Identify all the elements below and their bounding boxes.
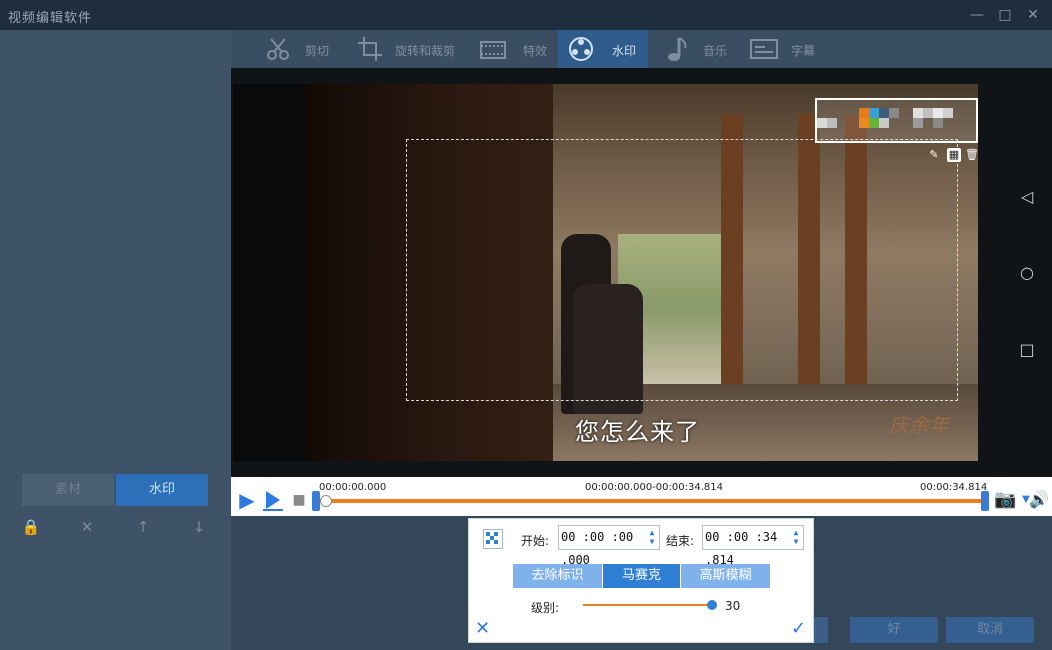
mode-gaussian-blur[interactable]: 高斯模糊 <box>681 564 770 588</box>
minimize-icon[interactable]: — <box>966 4 988 26</box>
mode-remove-logo[interactable]: 去除标识 <box>513 564 602 588</box>
video-subtitle: 您怎么来了 <box>575 418 700 446</box>
tab-effects[interactable]: 特效 <box>477 30 557 68</box>
ok-button[interactable]: 好 <box>850 617 938 643</box>
play-segment-icon[interactable] <box>262 489 284 511</box>
end-spinner-icon[interactable]: ▲ ▼ <box>791 528 801 547</box>
reel-watermark-icon <box>566 34 596 64</box>
mosaic-dialog: 开始: 00 :00 :00 .000 ▲ ▼ 结束: 00 :00 :34 .8… <box>468 518 814 643</box>
end-time-input[interactable]: 00 :00 :34 .814 ▲ ▼ <box>702 525 804 567</box>
level-label: 级别: <box>531 601 560 615</box>
timeline-track[interactable] <box>317 499 983 503</box>
tab-material[interactable]: 素材 <box>22 474 114 506</box>
end-timecode: 00:00:34.814 <box>920 482 988 493</box>
dialog-confirm-icon[interactable]: ✓ <box>791 619 809 639</box>
end-label: 结束: <box>666 534 695 548</box>
dialog-cancel-icon[interactable]: ✕ <box>475 620 491 638</box>
level-slider[interactable] <box>583 604 713 606</box>
play-icon[interactable]: ▶ <box>236 489 258 511</box>
start-timecode: 00:00:00.000 <box>319 482 387 493</box>
window-title: 视频编辑软件 <box>8 11 93 26</box>
mode-selector: 去除标识 马赛克 高斯模糊 <box>513 564 770 588</box>
delete-x-icon[interactable]: ✕ <box>76 516 98 538</box>
left-panel-tools: 🔒 ✕ ↑ ↓ <box>16 516 216 538</box>
home-nav-icon[interactable]: ○ <box>1017 263 1037 283</box>
trash-icon[interactable]: 🗑 <box>965 148 978 162</box>
tab-rotate-crop[interactable]: 旋转和裁剪 <box>353 30 463 68</box>
camera-icon[interactable]: 📷 <box>994 489 1016 511</box>
corner-logo: 庆余年 <box>889 413 949 437</box>
recent-apps-icon[interactable]: □ <box>1017 340 1037 360</box>
volume-icon[interactable]: 🔊 <box>1028 489 1050 511</box>
video-preview[interactable]: 您怎么来了 庆余年 ✎ ▦ 🗑 <box>233 84 978 461</box>
maximize-icon[interactable]: □ <box>994 4 1016 26</box>
left-panel-tabs: 素材 水印 <box>22 474 208 506</box>
title-bar: 视频编辑软件 — □ ✕ <box>0 0 1052 30</box>
mosaic-region[interactable] <box>406 139 958 401</box>
trim-end-handle[interactable] <box>981 491 989 511</box>
edit-pencil-icon[interactable]: ✎ <box>927 148 941 162</box>
stop-icon[interactable]: ■ <box>288 489 310 511</box>
cancel-button[interactable]: 取消 <box>946 617 1034 643</box>
image-icon[interactable]: ▦ <box>947 148 961 162</box>
start-label: 开始: <box>521 534 550 548</box>
tab-subtitle[interactable]: 字幕 <box>747 30 827 68</box>
lock-icon[interactable]: 🔒 <box>20 516 42 538</box>
back-nav-icon[interactable]: ◁ <box>1017 187 1037 207</box>
playhead[interactable] <box>320 495 332 507</box>
left-panel: 素材 水印 🔒 ✕ ↑ ↓ <box>0 30 231 650</box>
close-icon[interactable]: ✕ <box>1022 4 1044 26</box>
toolbar: 剪切 旋转和裁剪 特效 水印 音乐 字幕 <box>231 30 1052 68</box>
subtitle-icon <box>749 34 779 64</box>
tab-watermark[interactable]: 水印 <box>558 30 648 68</box>
level-slider-handle[interactable] <box>707 600 717 610</box>
tab-cut[interactable]: 剪切 <box>259 30 339 68</box>
watermark-actions: ✎ ▦ 🗑 <box>927 148 978 164</box>
start-time-input[interactable]: 00 :00 :00 .000 ▲ ▼ <box>558 525 660 567</box>
tab-watermark-panel[interactable]: 水印 <box>116 474 208 506</box>
range-timecode: 00:00:00.000-00:00:34.814 <box>585 482 723 493</box>
level-value: 30 <box>725 599 741 613</box>
tab-music[interactable]: 音乐 <box>661 30 741 68</box>
start-spinner-icon[interactable]: ▲ ▼ <box>647 528 657 547</box>
move-up-icon[interactable]: ↑ <box>132 516 154 538</box>
watermark-region[interactable] <box>815 98 978 143</box>
move-down-icon[interactable]: ↓ <box>188 516 210 538</box>
film-effects-icon <box>479 34 509 64</box>
mosaic-icon <box>483 529 503 549</box>
crop-icon <box>355 34 385 64</box>
music-note-icon <box>663 34 693 64</box>
playback-bar: 00:00:00.000 00:00:00.000-00:00:34.814 0… <box>231 477 1052 516</box>
scissors-icon <box>263 34 293 64</box>
trim-start-handle[interactable] <box>312 491 320 511</box>
mode-mosaic[interactable]: 马赛克 <box>603 564 680 588</box>
